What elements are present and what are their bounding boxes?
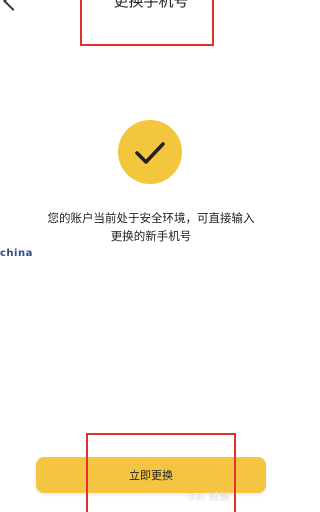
annotation-highlight-title — [80, 0, 214, 46]
baidu-watermark-text: Bai 经验 — [188, 492, 230, 503]
status-message-line-2: 更换的新手机号 — [110, 229, 192, 243]
status-message: 您的账户当前处于安全环境，可直接输入 更换的新手机号 — [20, 209, 282, 245]
checkmark-icon — [118, 120, 182, 184]
watermark-text: china — [0, 248, 33, 259]
baidu-watermark: Bai 经验 — [188, 488, 230, 503]
change-phone-page: 更换手机号 您的账户当前处于安全环境，可直接输入 更换的新手机号 china 立… — [0, 0, 302, 512]
status-message-line-1: 您的账户当前处于安全环境，可直接输入 — [47, 211, 255, 225]
